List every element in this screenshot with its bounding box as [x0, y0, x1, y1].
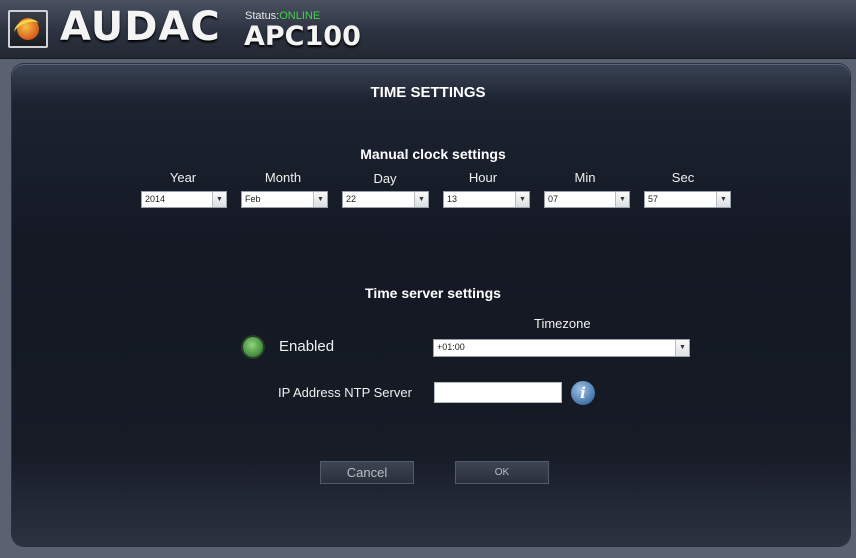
cancel-button[interactable]: Cancel	[320, 461, 414, 484]
audac-logo-icon	[8, 10, 48, 48]
hour-select[interactable]: 13 ▼	[443, 191, 530, 208]
sec-select[interactable]: 57 ▼	[644, 191, 731, 208]
month-label: Month	[264, 170, 302, 185]
min-label: Min	[574, 170, 596, 185]
chevron-down-icon[interactable]: ▼	[716, 192, 730, 207]
chevron-down-icon[interactable]: ▼	[515, 192, 529, 207]
sec-value: 57	[648, 194, 659, 204]
hour-value: 13	[447, 194, 458, 204]
settings-panel	[12, 64, 850, 546]
page-title: TIME SETTINGS	[370, 84, 486, 101]
info-icon[interactable]: i	[571, 381, 595, 405]
enabled-label: Enabled	[279, 338, 335, 355]
chevron-down-icon[interactable]: ▼	[212, 192, 226, 207]
app-header: AUDAC Status:ONLINE APC100	[0, 0, 856, 59]
day-select[interactable]: 22 ▼	[342, 191, 429, 208]
day-value: 22	[346, 194, 357, 204]
month-select[interactable]: Feb ▼	[241, 191, 328, 208]
month-value: Feb	[245, 194, 261, 204]
year-select[interactable]: 2014 ▼	[141, 191, 227, 208]
sec-label: Sec	[671, 170, 695, 185]
chevron-down-icon[interactable]: ▼	[615, 192, 629, 207]
chevron-down-icon[interactable]: ▼	[414, 192, 428, 207]
chevron-down-icon[interactable]: ▼	[313, 192, 327, 207]
ok-button[interactable]: OK	[455, 461, 549, 484]
ntp-server-label: IP Address NTP Server	[278, 385, 412, 400]
day-label: Day	[373, 171, 397, 186]
timezone-label: Timezone	[534, 316, 591, 331]
min-select[interactable]: 07 ▼	[544, 191, 630, 208]
timezone-value: +01:00	[437, 342, 465, 352]
ntp-server-input[interactable]	[434, 382, 562, 403]
time-server-title: Time server settings	[365, 285, 501, 301]
chevron-down-icon[interactable]: ▼	[675, 340, 689, 356]
min-value: 07	[548, 194, 559, 204]
enabled-toggle[interactable]	[243, 337, 263, 357]
brand-name: AUDAC	[60, 4, 221, 50]
manual-clock-title: Manual clock settings	[360, 146, 506, 162]
year-label: Year	[169, 170, 197, 185]
year-value: 2014	[145, 194, 166, 204]
hour-label: Hour	[468, 170, 498, 185]
device-model: APC100	[244, 21, 361, 52]
timezone-select[interactable]: +01:00 ▼	[433, 339, 690, 357]
